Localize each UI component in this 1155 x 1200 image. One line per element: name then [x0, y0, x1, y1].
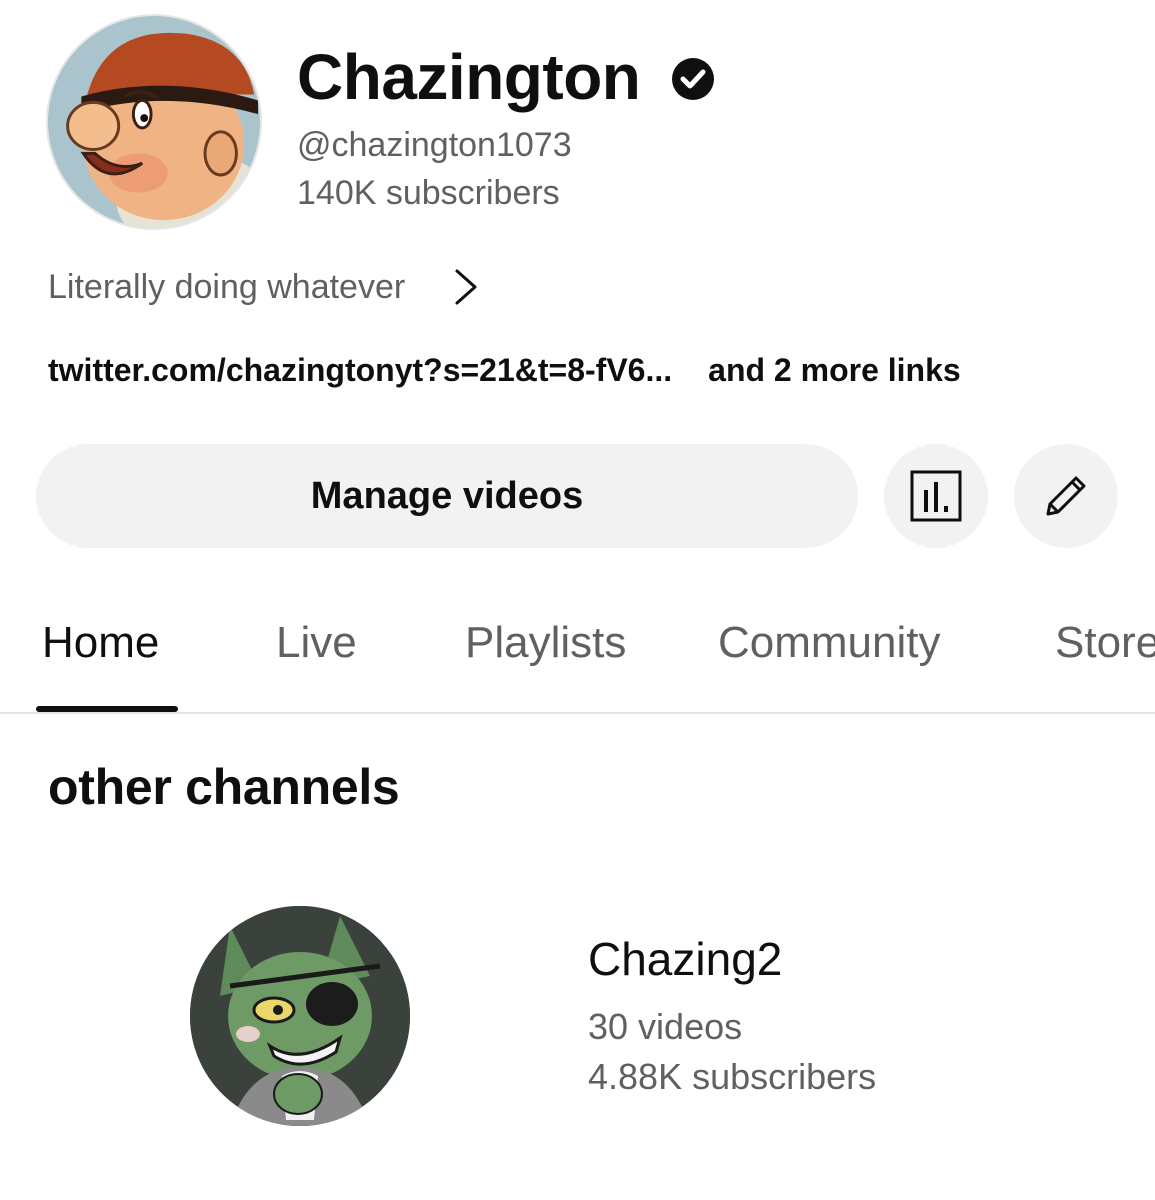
channel-description: Literally doing whatever: [48, 267, 406, 306]
analytics-icon: [910, 470, 962, 522]
featured-channel-card[interactable]: Chazing2 30 videos 4.88K subscribers: [0, 880, 1155, 1140]
tab-community[interactable]: Community: [718, 618, 941, 668]
featured-channel-video-count: 30 videos: [588, 1006, 743, 1047]
pencil-icon: [1046, 476, 1086, 516]
tab-live[interactable]: Live: [276, 618, 357, 668]
channel-links-row: twitter.com/chazingtonyt?s=21&t=8-fV6...…: [48, 352, 961, 389]
tabs-divider: [0, 712, 1155, 714]
subscriber-count: 140K subscribers: [297, 174, 560, 212]
section-title: other channels: [48, 759, 400, 815]
chevron-right-icon: [455, 269, 477, 305]
more-links[interactable]: and 2 more links: [708, 352, 961, 389]
channel-avatar-image: [48, 16, 260, 228]
featured-channel-name[interactable]: Chazing2: [588, 932, 782, 986]
channel-description-row[interactable]: Literally doing whatever: [48, 262, 481, 312]
edit-channel-button[interactable]: [1014, 444, 1118, 548]
featured-channel-avatar-image: [190, 906, 410, 1126]
channel-name-text: Chazington: [297, 41, 641, 113]
tab-home[interactable]: Home: [42, 618, 159, 668]
channel-avatar[interactable]: [46, 14, 262, 230]
analytics-button[interactable]: [884, 444, 988, 548]
primary-link[interactable]: twitter.com/chazingtonyt?s=21&t=8-fV6...: [48, 352, 672, 389]
manage-videos-button[interactable]: Manage videos: [36, 444, 858, 548]
channel-title: Chazington: [297, 38, 716, 116]
verified-check-icon: [672, 58, 715, 100]
tab-playlists[interactable]: Playlists: [465, 618, 626, 668]
featured-channel-subscribers: 4.88K subscribers: [588, 1056, 877, 1097]
tab-store[interactable]: Store: [1055, 618, 1155, 668]
channel-handle: @chazington1073: [297, 126, 572, 164]
channel-tabs: Home Live Playlists Community Store: [0, 606, 1155, 714]
featured-channel-avatar[interactable]: [190, 906, 410, 1126]
